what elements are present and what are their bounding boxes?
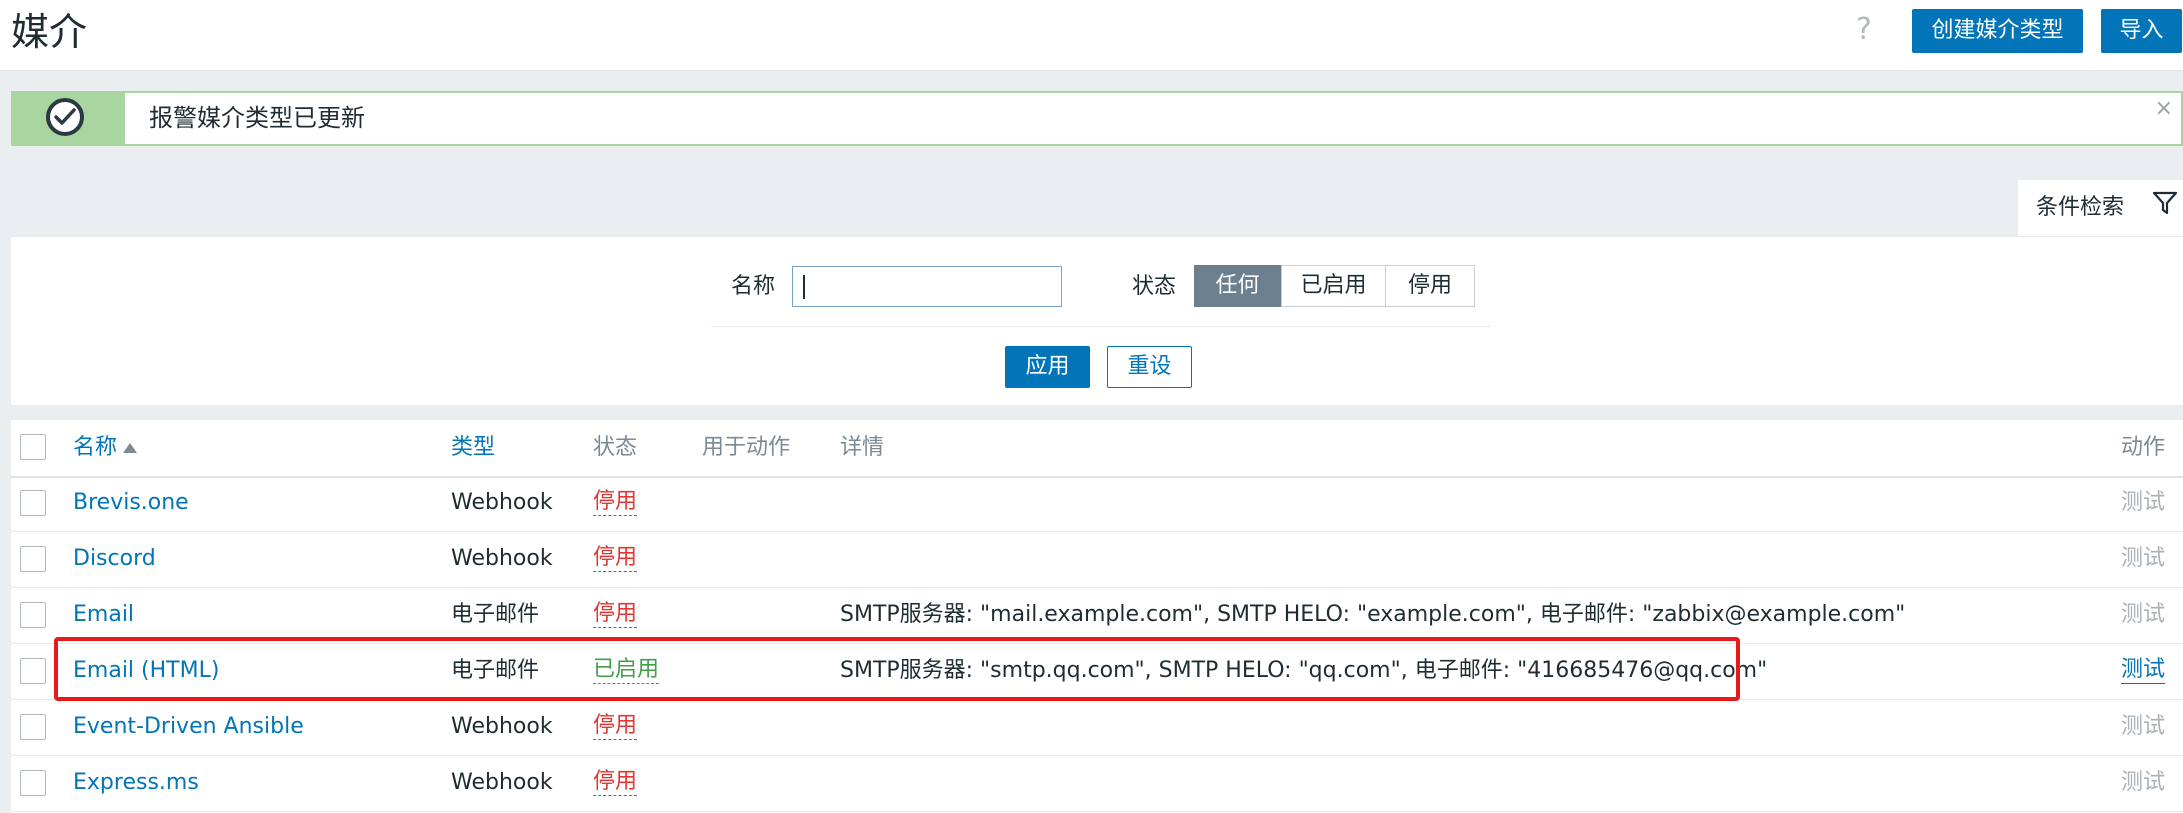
help-icon[interactable]: ? bbox=[1856, 10, 1872, 50]
page-title: 媒介 bbox=[11, 10, 88, 54]
media-type-name-link[interactable]: Email bbox=[73, 601, 134, 629]
media-type-name-link[interactable]: Brevis.one bbox=[73, 489, 189, 517]
filter-panel: 名称 状态 任何 已启用 停用 应用 重设 bbox=[11, 236, 2183, 405]
test-link: 测试 bbox=[2120, 490, 2165, 515]
filter-tab[interactable]: 条件检索 bbox=[2018, 180, 2183, 237]
table-row: Event-Driven Ansible Webhook 停用 测试 bbox=[11, 700, 2183, 756]
table-row: Discord Webhook 停用 测试 bbox=[11, 532, 2183, 588]
message-text: 报警媒介类型已更新 bbox=[149, 104, 365, 132]
row-checkbox[interactable] bbox=[20, 602, 46, 628]
select-all-checkbox[interactable] bbox=[20, 434, 46, 460]
status-option-enabled[interactable]: 已启用 bbox=[1281, 265, 1386, 307]
status-toggle[interactable]: 停用 bbox=[593, 545, 638, 572]
column-used-in-actions-header: 用于动作 bbox=[702, 435, 791, 460]
text-cursor bbox=[803, 275, 805, 299]
column-status-header: 状态 bbox=[593, 435, 638, 460]
media-type-type: Webhook bbox=[451, 546, 553, 571]
table-row: Email (HTML) 电子邮件 已启用 SMTP服务器: "smtp.qq.… bbox=[11, 644, 2183, 700]
column-action-header: 动作 bbox=[2120, 435, 2165, 460]
status-option-disabled[interactable]: 停用 bbox=[1385, 265, 1475, 307]
column-details-header: 详情 bbox=[840, 435, 885, 460]
media-type-name-link[interactable]: Event-Driven Ansible bbox=[73, 713, 304, 741]
filter-tab-label: 条件检索 bbox=[2036, 195, 2125, 220]
media-type-type: Webhook bbox=[451, 490, 553, 515]
import-button[interactable]: 导入 bbox=[2101, 9, 2182, 53]
media-types-table: 名称 类型 状态 用于动作 详情 动作 Brevis.one Webhook 停… bbox=[11, 420, 2183, 813]
filter-icon bbox=[2152, 190, 2178, 220]
status-toggle[interactable]: 停用 bbox=[593, 769, 638, 796]
row-checkbox[interactable] bbox=[20, 770, 46, 796]
check-icon bbox=[46, 98, 84, 136]
test-link[interactable]: 测试 bbox=[2120, 657, 2165, 684]
media-type-type: 电子邮件 bbox=[451, 602, 540, 627]
name-label: 名称 bbox=[731, 274, 776, 299]
reset-button[interactable]: 重设 bbox=[1107, 346, 1192, 388]
table-header: 名称 类型 状态 用于动作 详情 动作 bbox=[11, 420, 2183, 478]
media-type-name-link[interactable]: Express.ms bbox=[73, 769, 199, 797]
test-link: 测试 bbox=[2120, 602, 2165, 627]
status-toggle[interactable]: 停用 bbox=[593, 601, 638, 628]
row-checkbox[interactable] bbox=[20, 658, 46, 684]
column-name-label: 名称 bbox=[73, 435, 118, 460]
page-header: 媒介 ? 创建媒介类型 导入 bbox=[0, 0, 2183, 71]
status-toggle[interactable]: 已启用 bbox=[593, 657, 660, 684]
test-link: 测试 bbox=[2120, 546, 2165, 571]
sort-asc-icon bbox=[123, 443, 138, 453]
media-type-name-link[interactable]: Email (HTML) bbox=[73, 657, 219, 685]
status-label: 状态 bbox=[1132, 274, 1177, 299]
success-message: 报警媒介类型已更新 × bbox=[11, 91, 2183, 146]
media-type-name-link[interactable]: Discord bbox=[73, 545, 156, 573]
column-name-header[interactable]: 名称 bbox=[73, 434, 138, 462]
table-row: Email 电子邮件 停用 SMTP服务器: "mail.example.com… bbox=[11, 588, 2183, 644]
apply-button[interactable]: 应用 bbox=[1005, 346, 1090, 388]
status-option-any[interactable]: 任何 bbox=[1194, 265, 1281, 307]
table-row: Express.ms Webhook 停用 测试 bbox=[11, 756, 2183, 812]
media-type-details: SMTP服务器: "smtp.qq.com", SMTP HELO: "qq.c… bbox=[840, 658, 1768, 683]
row-checkbox[interactable] bbox=[20, 546, 46, 572]
media-type-type: 电子邮件 bbox=[451, 658, 540, 683]
test-link: 测试 bbox=[2120, 770, 2165, 795]
media-type-type: Webhook bbox=[451, 770, 553, 795]
row-checkbox[interactable] bbox=[20, 490, 46, 516]
close-icon[interactable]: × bbox=[2155, 97, 2173, 121]
create-media-type-button[interactable]: 创建媒介类型 bbox=[1912, 9, 2083, 53]
media-type-type: Webhook bbox=[451, 714, 553, 739]
filter-divider bbox=[711, 326, 1491, 327]
message-icon-area bbox=[13, 93, 125, 144]
test-link: 测试 bbox=[2120, 714, 2165, 739]
status-toggle[interactable]: 停用 bbox=[593, 489, 638, 516]
row-checkbox[interactable] bbox=[20, 714, 46, 740]
name-input[interactable] bbox=[792, 266, 1062, 307]
column-type-header[interactable]: 类型 bbox=[451, 434, 495, 462]
media-type-details: SMTP服务器: "mail.example.com", SMTP HELO: … bbox=[840, 602, 1906, 627]
table-row: Brevis.one Webhook 停用 测试 bbox=[11, 476, 2183, 532]
status-toggle[interactable]: 停用 bbox=[593, 713, 638, 740]
